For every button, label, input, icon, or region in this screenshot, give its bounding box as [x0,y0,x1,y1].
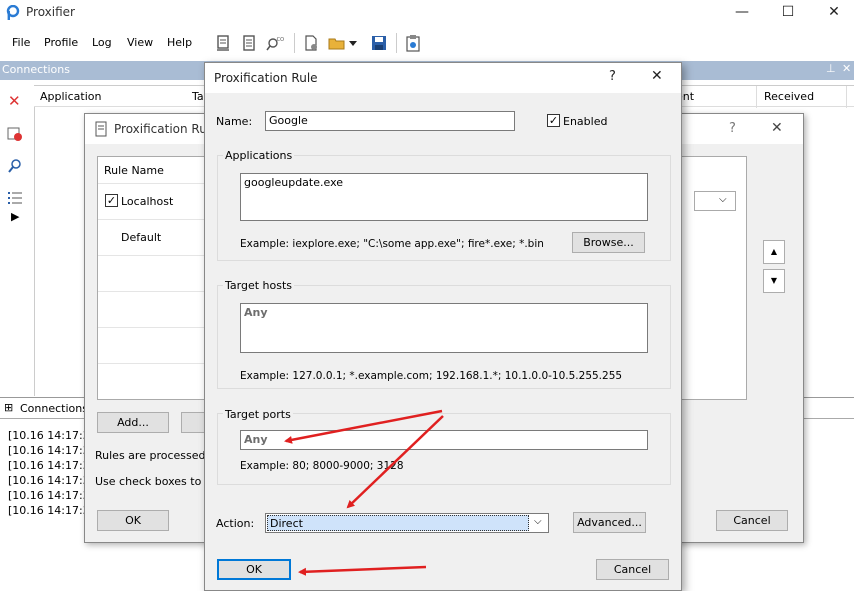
rule-localhost-label[interactable]: Localhost [121,195,173,208]
chevron-down-icon: ⌵ [534,516,542,527]
expand-arrow-icon[interactable]: ▶ [11,210,19,223]
save-icon[interactable] [370,34,388,52]
proxy-servers-icon[interactable] [214,34,232,52]
menu-help[interactable]: Help [167,36,192,49]
action-selected-value: Direct [267,515,529,531]
applications-group-label: Applications [223,149,295,162]
enabled-label: Enabled [563,115,608,128]
column-application[interactable]: Application [40,90,101,103]
rules-info-text-1: Rules are processed fr [95,449,218,462]
column-received[interactable]: Received [764,90,814,103]
help-button[interactable]: ? [729,121,736,136]
add-rule-button[interactable]: Add... [97,412,169,433]
menu-view[interactable]: View [127,36,153,49]
pin-icon[interactable]: ⊥ [826,62,836,75]
menu-bar: File Profile Log View Help [0,30,854,56]
list-icon[interactable] [7,190,23,206]
chevron-down-icon: ⌵ [719,194,727,205]
close-pane-icon[interactable]: ✕ [842,62,851,75]
applications-input[interactable]: googleupdate.exe [240,173,648,221]
edit-rule-button[interactable] [181,412,205,433]
rule-editor-title: Proxification Rule [214,71,318,85]
find-icon[interactable] [7,158,23,174]
name-label: Name: [216,115,253,128]
move-down-button[interactable]: ▼ [763,269,785,293]
chevron-down-icon[interactable] [348,40,358,48]
row-divider [98,327,204,328]
row-divider [98,219,204,220]
target-hosts-group-label: Target hosts [223,279,295,292]
toolbar-separator [396,33,397,53]
row-divider [98,255,204,256]
target-ports-group-label: Target ports [223,408,293,421]
title-bar: Proxifier — ☐ ✕ [0,0,854,26]
toolbar-separator [294,33,295,53]
help-button[interactable]: ? [609,69,616,84]
rule-default-label[interactable]: Default [121,231,161,244]
rule-editor-title-bar: Proxification Rule ? ✕ [205,63,681,93]
remove-icon[interactable] [7,126,23,142]
rule-name-input[interactable]: Google [265,111,515,131]
column-target[interactable]: Ta [192,90,204,103]
row-divider [98,363,204,364]
rules-list-header: Rule Name [104,164,164,177]
menu-log[interactable]: Log [92,36,112,49]
rules-cancel-button[interactable]: Cancel [716,510,788,531]
row-divider [98,291,204,292]
advanced-button[interactable]: Advanced... [573,512,646,533]
target-ports-example: Example: 80; 8000-9000; 3128 [240,460,404,472]
open-profile-icon[interactable] [328,34,346,52]
browse-button[interactable]: Browse... [572,232,645,253]
rules-ok-button[interactable]: OK [97,510,169,531]
connections-tab-icon: ⊞ [4,401,14,414]
side-toolbar: ✕ ▶ [0,80,30,396]
clipboard-icon[interactable] [404,34,422,52]
new-profile-icon[interactable] [302,34,320,52]
column-divider [846,86,847,108]
close-connection-icon[interactable]: ✕ [8,92,21,110]
applications-example: Example: iexplore.exe; "C:\some app.exe"… [240,238,544,250]
menu-file[interactable]: File [12,36,30,49]
connections-header-label: Connections [2,63,70,76]
row-divider [98,183,204,184]
enabled-checkbox[interactable]: ✓ [547,114,560,127]
tab-connections[interactable]: Connections [20,402,88,415]
rules-dialog-title: Proxification Rule [114,122,218,136]
maximize-button[interactable]: ☐ [768,0,808,26]
rules-dialog-icon [95,121,107,137]
name-resolution-icon[interactable]: .COM [266,34,284,52]
target-ports-input[interactable]: Any [240,430,648,450]
target-hosts-example: Example: 127.0.0.1; *.example.com; 192.1… [240,370,623,382]
rule-editor-dialog: Proxification Rule ? ✕ Name: Google ✓ En… [204,62,682,591]
ok-button[interactable]: OK [217,559,291,580]
svg-text:.COM: .COM [275,37,284,43]
app-title: Proxifier [26,5,75,19]
rule-editor-close-button[interactable]: ✕ [651,68,663,84]
action-select[interactable]: Direct ⌵ [265,513,549,533]
action-column-dropdown[interactable]: ⌵ [694,191,736,211]
proxifier-logo-icon [6,5,20,20]
rule-localhost-checkbox[interactable]: ✓ [105,194,118,207]
menu-profile[interactable]: Profile [44,36,78,49]
cancel-button[interactable]: Cancel [596,559,669,580]
rules-dialog-close-button[interactable]: ✕ [771,120,783,136]
close-button[interactable]: ✕ [814,0,854,26]
move-up-button[interactable]: ▲ [763,240,785,264]
target-hosts-input[interactable]: Any [240,303,648,353]
action-label: Action: [216,517,255,530]
proxification-rules-icon[interactable] [240,34,258,52]
column-divider [756,86,757,108]
minimize-button[interactable]: — [722,0,762,26]
